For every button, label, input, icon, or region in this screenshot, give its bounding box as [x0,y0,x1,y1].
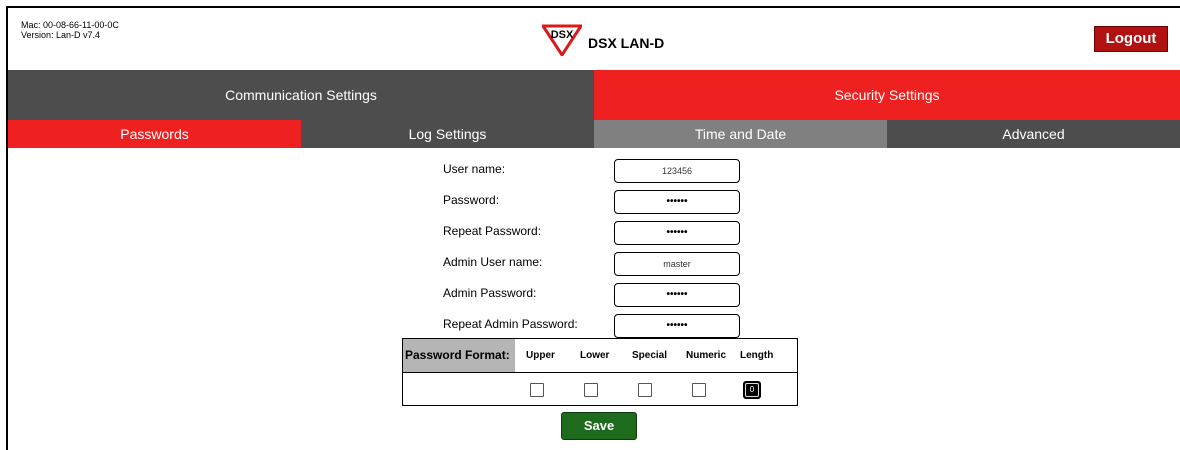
repeat-admin-password-input[interactable]: •••••• [614,314,740,338]
tab-time-and-date[interactable]: Time and Date [594,120,887,148]
brand: DSX DSX LAN-D [542,24,664,56]
password-input[interactable]: •••••• [614,190,740,214]
password-format-title: Password Format: [403,339,515,372]
label-user-name: User name: [443,162,506,176]
header: Mac: 00-08-66-11-00-0C Version: Lan-D v7… [8,8,1180,70]
lower-checkbox[interactable] [584,383,598,397]
sub-tabs: Passwords Log Settings Time and Date Adv… [8,120,1180,148]
length-value: 0 [745,383,759,397]
app-frame: Mac: 00-08-66-11-00-0C Version: Lan-D v7… [6,6,1180,450]
label-password: Password: [443,193,500,207]
tab-log-settings[interactable]: Log Settings [301,120,594,148]
label-repeat-password: Repeat Password: [443,224,542,238]
label-admin-user-name: Admin User name: [443,255,543,269]
col-length: Length [740,350,774,361]
tab-advanced[interactable]: Advanced [887,120,1180,148]
col-special: Special [632,350,668,361]
main-tabs: Communication Settings Security Settings [8,70,1180,120]
length-input[interactable]: 0 [743,381,761,399]
user-name-input[interactable]: 123456 [614,159,740,183]
upper-checkbox[interactable] [530,383,544,397]
row-admin-user-name: Admin User name: master [8,247,1180,281]
device-info: Mac: 00-08-66-11-00-0C Version: Lan-D v7… [21,20,119,40]
product-name: DSX LAN-D [588,35,665,51]
label-repeat-admin-password: Repeat Admin Password: [443,317,578,331]
repeat-password-input[interactable]: •••••• [614,221,740,245]
tab-communication-settings[interactable]: Communication Settings [8,70,594,120]
col-numeric: Numeric [686,350,727,361]
logo-text: DSX [551,29,574,41]
tab-security-settings[interactable]: Security Settings [594,70,1180,120]
logout-button[interactable]: Logout [1094,26,1168,52]
col-upper: Upper [526,350,555,361]
firmware-version: Version: Lan-D v7.4 [21,30,101,40]
save-button[interactable]: Save [561,412,637,440]
password-format-table: Password Format: Upper Lower Special Num… [402,338,798,406]
numeric-checkbox[interactable] [692,383,706,397]
dsx-logo-icon: DSX [542,24,582,56]
admin-password-input[interactable]: •••••• [614,283,740,307]
admin-user-name-input[interactable]: master [614,252,740,276]
tab-passwords[interactable]: Passwords [8,120,301,148]
row-repeat-password: Repeat Password: •••••• [8,216,1180,250]
row-password: Password: •••••• [8,185,1180,219]
password-format-header: Password Format: Upper Lower Special Num… [403,339,797,373]
label-admin-password: Admin Password: [443,286,537,300]
row-user-name: User name: 123456 [8,154,1180,188]
col-lower: Lower [580,350,610,361]
row-admin-password: Admin Password: •••••• [8,278,1180,312]
mac-address: Mac: 00-08-66-11-00-0C [21,20,119,30]
special-checkbox[interactable] [638,383,652,397]
